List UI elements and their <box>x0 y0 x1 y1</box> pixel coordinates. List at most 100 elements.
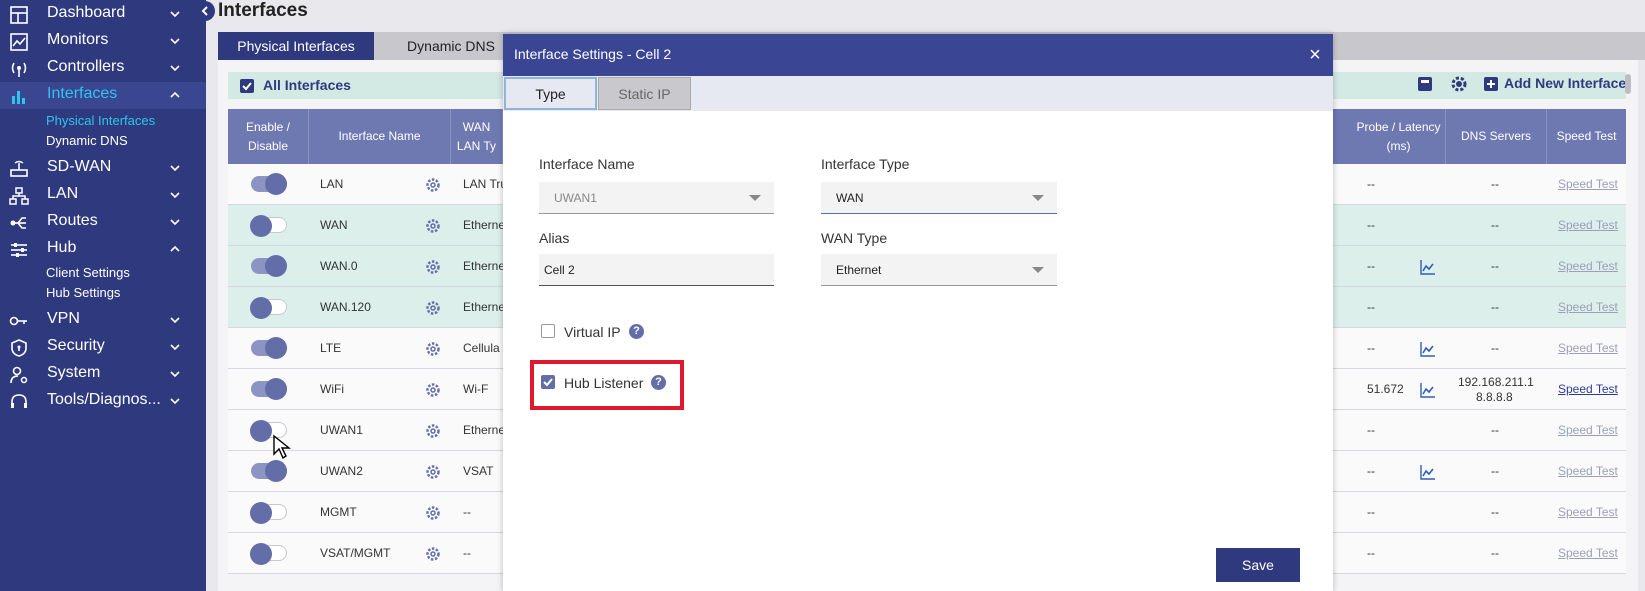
gear-icon[interactable] <box>425 505 441 521</box>
enable-toggle[interactable] <box>251 337 287 359</box>
sidebar-item-label: VPN <box>47 310 80 327</box>
interface-type-cell: Etherne <box>463 259 506 273</box>
dns-server-cell: -- <box>1491 464 1499 478</box>
interface-type-cell: Etherne <box>463 300 506 314</box>
gear-icon[interactable] <box>1449 74 1469 94</box>
gear-icon[interactable] <box>425 423 441 439</box>
dns-server-cell: -- <box>1491 505 1499 519</box>
speed-test-link[interactable]: Speed Test <box>1558 259 1618 273</box>
sidebar-item-routes[interactable]: Routes <box>0 209 206 236</box>
header-wan: WAN <box>462 119 491 134</box>
gear-icon[interactable] <box>425 300 441 316</box>
interface-name-cell: LAN <box>320 177 344 191</box>
sidebar-item-label: System <box>47 364 101 381</box>
sidebar-sub-dynamic-dns[interactable]: Dynamic DNS <box>46 133 128 148</box>
gear-icon[interactable] <box>425 464 441 480</box>
probe-latency-cell: -- <box>1367 464 1375 478</box>
toggle-knob <box>250 543 272 565</box>
close-icon[interactable]: × <box>1306 45 1324 65</box>
interface-type-label: Interface Type <box>821 156 910 172</box>
add-icon[interactable] <box>1481 74 1501 94</box>
speed-test-link[interactable]: Speed Test <box>1558 546 1618 560</box>
help-icon[interactable]: ? <box>629 324 644 339</box>
enable-toggle[interactable] <box>251 378 287 400</box>
probe-latency-cell: -- <box>1367 546 1375 560</box>
speed-test-link[interactable]: Speed Test <box>1558 464 1618 478</box>
sidebar-item-label: Dashboard <box>47 4 126 21</box>
sidebar-item-sd-wan[interactable]: SD-WAN <box>0 155 206 182</box>
enable-toggle[interactable] <box>250 297 287 319</box>
speed-test-link[interactable]: Speed Test <box>1558 218 1618 232</box>
speed-test-link[interactable]: Speed Test <box>1558 341 1618 355</box>
help-icon[interactable]: ? <box>651 375 666 390</box>
toggle-knob <box>265 173 287 195</box>
latency-graph-icon[interactable] <box>1420 464 1436 480</box>
gear-icon[interactable] <box>425 341 441 357</box>
gear-icon[interactable] <box>425 218 441 234</box>
scrollbar-handle[interactable] <box>1623 74 1633 94</box>
hub-listener-checkbox[interactable] <box>541 375 555 389</box>
alias-label: Alias <box>539 230 570 246</box>
header-interface-name: Interface Name <box>309 109 451 164</box>
header-lan-type: LAN Ty <box>456 138 497 153</box>
latency-graph-icon[interactable] <box>1420 341 1436 357</box>
speed-test-link[interactable]: Speed Test <box>1558 423 1618 437</box>
sidebar-collapse-button[interactable] <box>195 1 215 21</box>
dashboard-icon <box>10 6 28 24</box>
sidebar-item-monitors[interactable]: Monitors <box>0 28 206 55</box>
wan-type-label: WAN Type <box>821 230 888 246</box>
sidebar-item-vpn[interactable]: VPN <box>0 307 206 334</box>
add-new-interface-button[interactable]: Add New Interface <box>1504 75 1626 91</box>
interface-name-select[interactable]: UWAN1 <box>539 182 774 214</box>
gear-icon[interactable] <box>425 546 441 562</box>
virtual-ip-checkbox[interactable] <box>541 324 555 338</box>
sidebar-item-system[interactable]: System <box>0 361 206 388</box>
sidebar-item-controllers[interactable]: Controllers <box>0 55 206 82</box>
interface-type-select[interactable]: WAN <box>821 182 1057 214</box>
sidebar-item-hub[interactable]: Hub <box>0 236 206 263</box>
gear-icon[interactable] <box>425 259 441 275</box>
tab-type[interactable]: Type <box>504 77 597 110</box>
save-button[interactable]: Save <box>1216 548 1300 582</box>
alias-input[interactable]: Cell 2 <box>539 254 774 286</box>
routes-icon <box>10 217 26 229</box>
gear-icon[interactable] <box>425 382 441 398</box>
tab-static-ip[interactable]: Static IP <box>598 77 691 110</box>
shield-icon <box>11 339 27 357</box>
sidebar-item-tools-diagnostics[interactable]: Tools/Diagnos... <box>0 388 206 415</box>
enable-toggle[interactable] <box>251 173 287 195</box>
tab-dynamic-dns[interactable]: Dynamic DNS <box>386 32 516 60</box>
toggle-knob <box>265 460 287 482</box>
sidebar-item-label: Interfaces <box>47 85 118 102</box>
wan-type-select[interactable]: Ethernet <box>821 254 1057 286</box>
enable-toggle[interactable] <box>251 255 287 277</box>
toggle-knob <box>250 502 272 524</box>
gear-icon[interactable] <box>425 177 441 193</box>
sidebar-sub-hub-settings[interactable]: Hub Settings <box>46 285 120 300</box>
speed-test-link[interactable]: Speed Test <box>1558 382 1618 396</box>
all-interfaces-checkbox[interactable] <box>240 79 254 93</box>
mouse-cursor-icon <box>273 434 291 460</box>
speed-test-link[interactable]: Speed Test <box>1558 300 1618 314</box>
speed-test-link[interactable]: Speed Test <box>1558 505 1618 519</box>
sidebar-sub-client-settings[interactable]: Client Settings <box>46 265 130 280</box>
enable-toggle[interactable] <box>250 543 287 565</box>
speed-test-link[interactable]: Speed Test <box>1558 177 1618 191</box>
latency-graph-icon[interactable] <box>1420 259 1436 275</box>
tab-physical-interfaces[interactable]: Physical Interfaces <box>218 32 374 60</box>
latency-graph-icon[interactable] <box>1420 382 1436 398</box>
sidebar-item-lan[interactable]: LAN <box>0 182 206 209</box>
enable-toggle[interactable] <box>251 460 287 482</box>
hub-listener-label: Hub Listener <box>564 375 644 391</box>
sidebar-item-interfaces[interactable]: Interfaces <box>0 82 206 109</box>
sidebar-item-security[interactable]: Security <box>0 334 206 361</box>
sidebar-item-dashboard[interactable]: Dashboard <box>0 1 206 28</box>
sidebar-item-label: Hub <box>47 239 77 256</box>
page-title: Interfaces <box>218 0 308 21</box>
header-probe: Probe / Latency (ms) <box>1352 109 1446 164</box>
enable-toggle[interactable] <box>250 502 287 524</box>
sidebar-sub-physical-interfaces[interactable]: Physical Interfaces <box>46 113 155 128</box>
save-icon[interactable] <box>1415 74 1435 94</box>
enable-toggle[interactable] <box>250 215 287 237</box>
toggle-knob <box>250 420 272 442</box>
